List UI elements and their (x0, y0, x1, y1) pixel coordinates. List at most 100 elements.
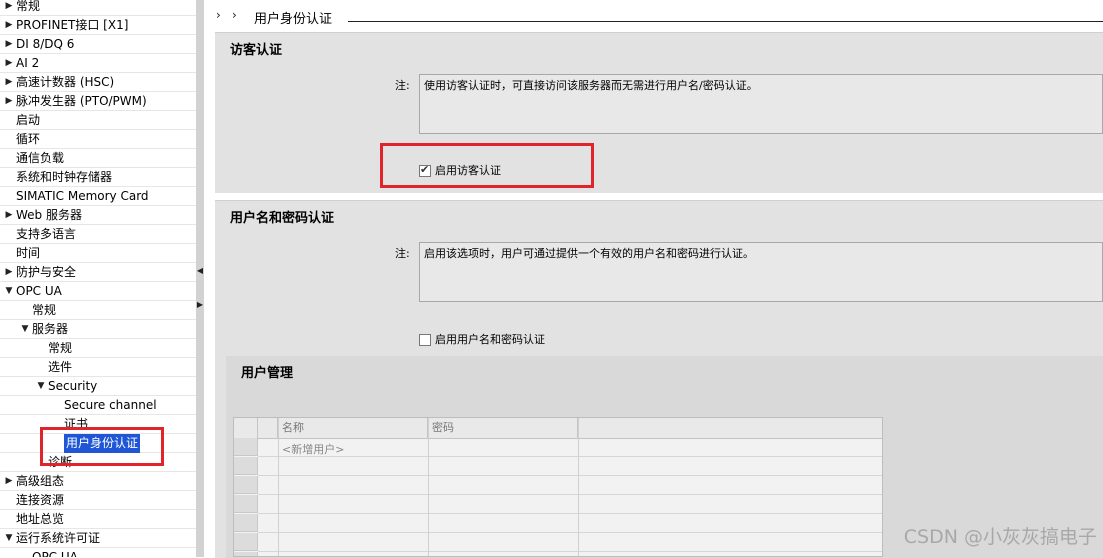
tree-item-label: 支持多语言 (16, 227, 77, 241)
tree-item[interactable]: 常规 (0, 301, 196, 320)
tree-item-label: OPC UA (16, 284, 62, 298)
tree-item-label: 常规 (16, 0, 41, 13)
add-user-placeholder[interactable]: <新增用户> (282, 441, 344, 457)
tree-item-label: 常规 (48, 341, 73, 355)
tree-item[interactable]: ▶ 常规 (0, 0, 196, 16)
tree-item[interactable]: ▼ 运行系统许可证 (0, 529, 196, 548)
table-row[interactable] (258, 438, 882, 457)
table-row[interactable] (258, 533, 882, 552)
row-header-corner (234, 418, 258, 438)
userpass-auth-checkbox-row[interactable]: 启用用户名和密码认证 (419, 332, 545, 348)
row-header[interactable] (234, 476, 258, 494)
expanded-arrow-icon[interactable]: ▼ (4, 529, 14, 548)
note-label: 注: (395, 79, 410, 92)
table-row[interactable] (258, 514, 882, 533)
collapsed-arrow-icon[interactable]: ▶ (4, 206, 14, 225)
title-divider (348, 21, 1103, 22)
tree-item[interactable]: 选件 (0, 358, 196, 377)
tree-item-label: 脉冲发生器 (PTO/PWM) (16, 94, 147, 108)
grid-line (278, 418, 279, 556)
expanded-arrow-icon[interactable]: ▼ (4, 282, 14, 301)
tree-item[interactable]: 系统和时钟存储器 (0, 168, 196, 187)
breadcrumb: › › 用户身份认证 (204, 0, 1103, 32)
tree-item[interactable]: ▶ 脉冲发生器 (PTO/PWM) (0, 92, 196, 111)
tree-item[interactable]: ▶ 防护与安全 (0, 263, 196, 282)
section-title: 用户管理 (241, 366, 294, 381)
collapsed-arrow-icon[interactable]: ▶ (4, 263, 14, 282)
tree-item[interactable]: SIMATIC Memory Card (0, 187, 196, 206)
tree-item-label: PROFINET接口 [X1] (16, 18, 129, 32)
expand-right-icon[interactable]: ▶ (196, 298, 204, 312)
tree-item[interactable]: 常规 (0, 339, 196, 358)
table-row[interactable] (258, 476, 882, 495)
tree-item-label: 高级组态 (16, 474, 65, 488)
grid-line (428, 418, 429, 556)
highlight-box (380, 143, 594, 188)
tree-item-label: 高速计数器 (HSC) (16, 75, 115, 89)
tree-item[interactable]: 连接资源 (0, 491, 196, 510)
tree-item[interactable]: 支持多语言 (0, 225, 196, 244)
page-title: 用户身份认证 (254, 12, 333, 27)
panel-splitter[interactable] (196, 0, 204, 557)
column-header-name[interactable]: 名称 (278, 418, 428, 438)
userpass-auth-checkbox[interactable] (419, 334, 431, 346)
user-table[interactable]: 名称 密码 <新增用户> (233, 417, 883, 557)
table-row[interactable] (258, 457, 882, 476)
grid-line (578, 418, 579, 556)
collapsed-arrow-icon[interactable]: ▶ (4, 73, 14, 92)
row-header[interactable] (234, 514, 258, 532)
tree-item-label: Web 服务器 (16, 208, 82, 222)
tree-item[interactable]: ▶ AI 2 (0, 54, 196, 73)
tree-item[interactable]: ▼ Security (0, 377, 196, 396)
tree-item-label: Secure channel (64, 398, 157, 412)
expanded-arrow-icon[interactable]: ▼ (20, 320, 30, 339)
tree-item-label: AI 2 (16, 56, 40, 70)
collapse-left-icon[interactable]: ◀ (196, 264, 204, 278)
row-marker-column (258, 418, 278, 438)
tree-item[interactable]: 通信负载 (0, 149, 196, 168)
row-header[interactable] (234, 552, 258, 556)
tree-item[interactable]: ▶ Web 服务器 (0, 206, 196, 225)
collapsed-arrow-icon[interactable]: ▶ (4, 472, 14, 491)
breadcrumb-chevron-icon[interactable]: › (216, 8, 221, 22)
column-header-password[interactable]: 密码 (428, 418, 578, 438)
project-tree: ▶ 常规 ▶ PROFINET接口 [X1] ▶ DI 8/DQ 6 ▶ AI 2 ▶ 高速计数器… (0, 0, 196, 557)
highlight-box (40, 427, 164, 466)
tree-item[interactable]: 地址总览 (0, 510, 196, 529)
tree-item-label: Security (48, 379, 98, 393)
tree-item-label: 选件 (48, 360, 73, 374)
collapsed-arrow-icon[interactable]: ▶ (4, 54, 14, 73)
tree-item-label: 地址总览 (16, 512, 65, 526)
table-header: 名称 密码 (234, 418, 882, 439)
tree-item[interactable]: Secure channel (0, 396, 196, 415)
tree-item-label: OPC UA (32, 550, 78, 557)
row-header[interactable] (234, 438, 258, 456)
tree-item[interactable]: OPC UA (0, 548, 196, 557)
note-text: 启用该选项时，用户可通过提供一个有效的用户名和密码进行认证。 (424, 247, 754, 260)
table-row[interactable] (258, 495, 882, 514)
collapsed-arrow-icon[interactable]: ▶ (4, 92, 14, 111)
tree-item[interactable]: ▶ DI 8/DQ 6 (0, 35, 196, 54)
row-header[interactable] (234, 457, 258, 475)
collapsed-arrow-icon[interactable]: ▶ (4, 16, 14, 35)
tree-item[interactable]: 循环 (0, 130, 196, 149)
row-header[interactable] (234, 495, 258, 513)
tree-item[interactable]: ▶ 高级组态 (0, 472, 196, 491)
table-row[interactable] (258, 552, 882, 556)
tree-item[interactable]: ▶ PROFINET接口 [X1] (0, 16, 196, 35)
tree-item[interactable]: 启动 (0, 111, 196, 130)
note-label: 注: (395, 247, 410, 260)
tree-item[interactable]: ▼ 服务器 (0, 320, 196, 339)
expanded-arrow-icon[interactable]: ▼ (36, 377, 46, 396)
tree-item[interactable]: ▶ 高速计数器 (HSC) (0, 73, 196, 92)
collapsed-arrow-icon[interactable]: ▶ (4, 0, 14, 16)
breadcrumb-chevron-icon[interactable]: › (232, 8, 237, 22)
collapsed-arrow-icon[interactable]: ▶ (4, 35, 14, 54)
tree-item[interactable]: 时间 (0, 244, 196, 263)
section-title: 访客认证 (230, 43, 283, 58)
guest-auth-section: 访客认证 注: 使用访客认证时，可直接访问该服务器而无需进行用户名/密码认证。 … (215, 32, 1103, 193)
tree-item-label: 防护与安全 (16, 265, 77, 279)
row-header[interactable] (234, 533, 258, 551)
tree-item[interactable]: ▼ OPC UA (0, 282, 196, 301)
tree-item-label: 启动 (16, 113, 41, 127)
